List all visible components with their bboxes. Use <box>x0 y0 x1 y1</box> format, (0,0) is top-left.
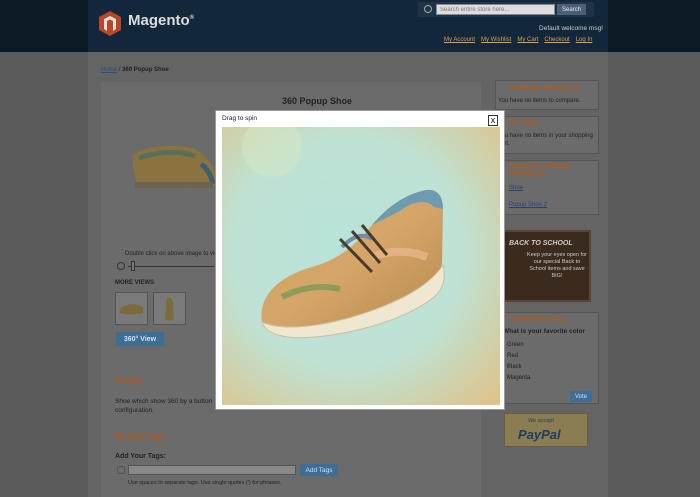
search-button[interactable]: Search <box>557 4 586 15</box>
product-tags-title: Product Tags <box>115 432 166 441</box>
tags-input[interactable] <box>128 465 296 475</box>
welcome-message: Default welcome msg! <box>539 25 603 32</box>
back-to-school-title: BACK TO SCHOOL <box>509 240 573 247</box>
zoom-minus-icon[interactable] <box>117 262 125 270</box>
poll-option-black[interactable]: Black <box>507 364 522 370</box>
poll-option-green[interactable]: Green <box>507 342 524 348</box>
thumbnail-1[interactable] <box>115 292 148 325</box>
compare-text: You have no items to compare. <box>498 98 581 104</box>
logo-text[interactable]: Magento® <box>128 12 194 29</box>
drag-to-spin-hint: Drag to spin <box>222 115 258 122</box>
poll-question: What is your favorite color <box>503 328 585 335</box>
search-icon <box>424 5 432 13</box>
vote-button[interactable]: Vote <box>570 391 592 402</box>
view-360-button[interactable]: 360° View <box>116 332 164 346</box>
checkout-link[interactable]: Checkout <box>544 37 569 43</box>
paypal-logo: PayPal <box>518 427 561 442</box>
poll-title: COMMUNITY POLL <box>509 316 569 323</box>
zoom-slider-handle[interactable] <box>131 261 135 271</box>
add-tags-label: Add Your Tags: <box>115 453 166 460</box>
breadcrumb-current: 360 Popup Shoe <box>122 67 169 73</box>
details-text: Shoe which show 360 by a button configur… <box>115 398 213 414</box>
cart-title: MY CART <box>509 120 539 127</box>
add-tags-button[interactable]: Add Tags <box>300 464 338 476</box>
recently-viewed-title: RECENTLY VIEWED PRODUCTS <box>509 163 571 178</box>
top-links: My Account My Wishlist My Cart Checkout Log … <box>444 37 598 43</box>
back-to-school-text: Keep your eyes open for our special Back… <box>527 252 587 279</box>
details-title: Details <box>115 376 142 385</box>
log-in-link[interactable]: Log In <box>576 37 593 43</box>
spin-shoe-image[interactable] <box>222 127 500 405</box>
product-image[interactable] <box>131 142 217 192</box>
close-icon[interactable]: x <box>488 115 498 126</box>
my-account-link[interactable]: My Account <box>444 37 475 43</box>
breadcrumb-home-link[interactable]: Home <box>101 67 117 73</box>
recent-item-1[interactable]: Shoe <box>509 185 523 191</box>
compare-title: COMPARE PRODUCTS <box>509 85 581 92</box>
breadcrumb: Home / 360 Popup Shoe <box>101 67 169 73</box>
my-cart-link[interactable]: My Cart <box>517 37 538 43</box>
cart-text: You have no items in your shopping cart. <box>498 133 593 147</box>
more-views-label: MORE VIEWS <box>115 280 155 286</box>
poll-option-red[interactable]: Red <box>507 353 518 359</box>
my-wishlist-link[interactable]: My Wishlist <box>481 37 511 43</box>
tags-note: Use spaces to separate tags. Use single … <box>128 480 282 486</box>
tag-icon <box>117 466 125 474</box>
thumbnail-2[interactable] <box>153 292 186 325</box>
search-input[interactable] <box>436 4 555 15</box>
poll-option-magenta[interactable]: Magenta <box>507 375 530 381</box>
paypal-accept-text: We accept <box>528 418 554 424</box>
magento-logo-icon[interactable] <box>98 10 122 36</box>
recent-item-2[interactable]: Popup Shoe 2 <box>509 202 547 208</box>
zoom-slider-track[interactable] <box>128 266 214 267</box>
product-title: 360 Popup Shoe <box>282 96 353 106</box>
